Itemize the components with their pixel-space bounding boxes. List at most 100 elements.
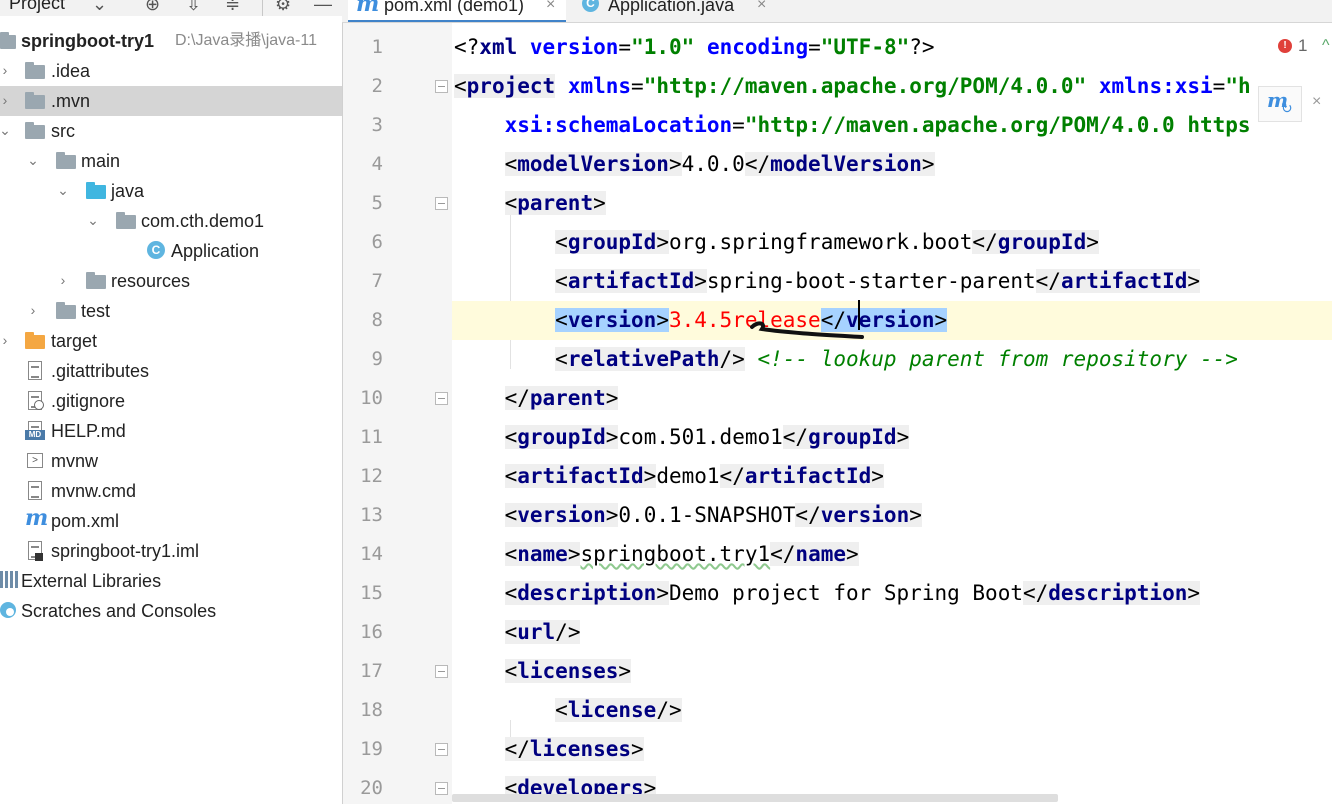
code-line-18: <license/>: [555, 698, 682, 722]
tree-item-src[interactable]: ⌄ src: [0, 116, 342, 146]
gear-icon[interactable]: ⚙: [275, 0, 291, 14]
line-number: 1: [371, 36, 383, 58]
code-line-5: <parent>: [504, 191, 606, 215]
tree-item-label: Scratches and Consoles: [21, 601, 217, 621]
tree-item-java[interactable]: ⌄ java: [0, 176, 342, 206]
class-icon: C: [582, 0, 599, 12]
line-number: 12: [360, 465, 383, 487]
tree-item-label: .idea: [51, 61, 91, 81]
line-number: 15: [360, 582, 383, 604]
chevron-right-icon[interactable]: ›: [0, 331, 12, 349]
fold-marker[interactable]: [435, 665, 448, 678]
code-line-17: <licenses>: [504, 659, 632, 683]
fold-marker[interactable]: [435, 392, 448, 405]
tree-item-label: target: [51, 331, 98, 351]
chevron-down-icon[interactable]: ⌄: [0, 121, 12, 139]
line-number: 10: [360, 387, 383, 409]
project-view-selector[interactable]: Project: [9, 0, 65, 14]
code-line-10: </parent>: [504, 386, 619, 410]
module-folder-icon: [0, 31, 20, 51]
tree-item-help-md[interactable]: MD HELP.md: [0, 416, 342, 446]
tree-item-target[interactable]: › target: [0, 326, 342, 356]
refresh-icon: ↻: [1281, 100, 1293, 116]
fold-marker[interactable]: [435, 80, 448, 93]
code-editor[interactable]: <?xml version="1.0" encoding="UTF-8"?> <…: [452, 23, 1332, 804]
chevron-right-icon[interactable]: ›: [26, 301, 40, 319]
chevron-down-icon[interactable]: ⌄: [56, 181, 70, 199]
tree-item-label: mvnw: [51, 451, 99, 471]
tree-item-gitattributes[interactable]: .gitattributes: [0, 356, 342, 386]
maven-reload-button[interactable]: m ↻: [1258, 86, 1302, 122]
line-number: 2: [371, 75, 383, 97]
tree-item-label: test: [81, 301, 111, 321]
tab-pom-xml[interactable]: m pom.xml (demo1) ×: [348, 0, 566, 22]
tree-item-label: .mvn: [51, 91, 91, 111]
chevron-right-icon[interactable]: ›: [0, 91, 12, 109]
close-icon[interactable]: ×: [546, 0, 555, 14]
code-line-16: <url/>: [504, 620, 581, 644]
tree-item-test[interactable]: › test: [0, 296, 342, 326]
line-number: 3: [371, 114, 383, 136]
tree-item-label: com.cth.demo1: [141, 211, 265, 231]
line-number: 17: [360, 660, 383, 682]
collapse-all-icon[interactable]: ≑: [225, 0, 240, 14]
tree-item-main[interactable]: ⌄ main: [0, 146, 342, 176]
project-panel: Project ⌄ ⊕ ⇩ ≑ ⚙ — springboot-try1 D:\J…: [0, 0, 342, 804]
chevron-down-icon[interactable]: ⌄: [92, 0, 107, 14]
tree-item-pom-xml[interactable]: m pom.xml: [0, 506, 342, 536]
close-icon[interactable]: ×: [1312, 94, 1321, 110]
code-line-4: <modelVersion>4.0.0</modelVersion>: [504, 152, 935, 176]
error-count: 1: [1298, 36, 1308, 55]
tree-item-resources[interactable]: › resources: [0, 266, 342, 296]
expand-all-icon[interactable]: ⇩: [186, 0, 201, 14]
folder-icon: [56, 301, 76, 321]
line-number: 9: [371, 348, 383, 370]
tree-item-label: pom.xml: [51, 511, 120, 531]
tree-item-scratches[interactable]: Scratches and Consoles: [0, 596, 342, 626]
line-number: 5: [371, 192, 383, 214]
minimize-icon[interactable]: —: [314, 0, 332, 14]
fold-marker[interactable]: [435, 782, 448, 795]
tab-application-java[interactable]: C Application.java ×: [574, 0, 784, 22]
source-folder-icon: [86, 181, 106, 201]
tree-item-idea[interactable]: › .idea: [0, 56, 342, 86]
horizontal-scrollbar[interactable]: [452, 794, 1058, 802]
chevron-down-icon[interactable]: ⌄: [26, 151, 40, 169]
class-icon: C: [146, 241, 166, 261]
tree-item-mvn[interactable]: › .mvn: [0, 86, 342, 116]
code-line-6: <groupId>org.springframework.boot</group…: [555, 230, 1099, 254]
module-path: D:\Java录播\java-11: [175, 32, 317, 49]
code-line-15: <description>Demo project for Spring Boo…: [504, 581, 1201, 605]
tree-item-label: springboot-try1: [21, 31, 154, 51]
chevron-right-icon[interactable]: ›: [0, 61, 12, 79]
tree-item-mvnw[interactable]: > mvnw: [0, 446, 342, 476]
tree-item-mvnw-cmd[interactable]: mvnw.cmd: [0, 476, 342, 506]
hand-drawn-underline: [750, 321, 864, 339]
line-number: 4: [371, 153, 383, 175]
gitignore-file-icon: [25, 391, 45, 411]
fold-marker[interactable]: [435, 743, 448, 756]
excluded-folder-icon: [25, 331, 45, 351]
line-number: 16: [360, 621, 383, 643]
fold-marker[interactable]: [435, 197, 448, 210]
tree-item-package[interactable]: ⌄ com.cth.demo1: [0, 206, 342, 236]
tree-item-label: resources: [111, 271, 191, 291]
tree-item-external-libraries[interactable]: External Libraries: [0, 566, 342, 596]
locate-icon[interactable]: ⊕: [145, 0, 160, 14]
chevron-up-icon[interactable]: ^: [1322, 38, 1330, 54]
code-line-12: <artifactId>demo1</artifactId>: [504, 464, 884, 488]
chevron-right-icon[interactable]: ›: [56, 271, 70, 289]
tree-item-application[interactable]: C Application: [0, 236, 342, 266]
line-number: 11: [360, 426, 383, 448]
tree-item-iml[interactable]: springboot-try1.iml: [0, 536, 342, 566]
folder-icon: [56, 151, 76, 171]
code-line-9: <relativePath/> <!-- lookup parent from …: [555, 347, 1238, 371]
line-number: 14: [360, 543, 383, 565]
tree-item-gitignore[interactable]: .gitignore: [0, 386, 342, 416]
code-line-3: xsi:schemaLocation="http://maven.apache.…: [504, 113, 1251, 137]
close-icon[interactable]: ×: [757, 0, 766, 14]
tree-item-springboot-try1[interactable]: springboot-try1 D:\Java录播\java-11: [0, 26, 342, 56]
scratches-icon: [0, 601, 20, 621]
editor-gutter[interactable]: 1 2 3 4 5 6 7 8 9 10 11 12 13 14 15 16 1…: [342, 23, 452, 804]
chevron-down-icon[interactable]: ⌄: [86, 211, 100, 229]
